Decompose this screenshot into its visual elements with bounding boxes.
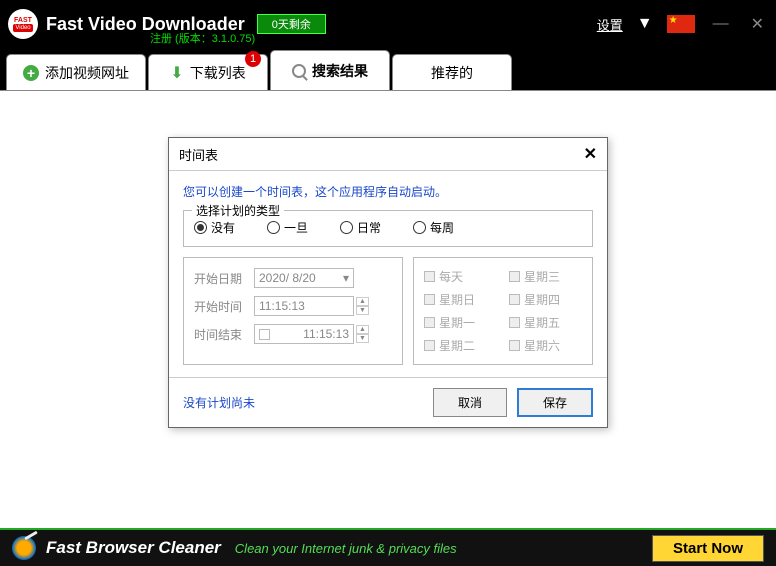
start-now-button[interactable]: Start Now: [652, 535, 764, 562]
plan-type-fieldset: 选择计划的类型 没有 一旦 日常 每周: [183, 210, 593, 247]
tab-label: 搜索结果: [312, 61, 368, 81]
radio-icon: [413, 221, 426, 234]
tab-add-url[interactable]: + 添加视频网址: [6, 54, 146, 90]
end-time-label: 时间结束: [194, 326, 254, 343]
dialog-close-button[interactable]: ✕: [584, 144, 597, 164]
spin-up-icon: ▲: [356, 297, 369, 306]
register-version-text[interactable]: 注册 (版本：3.1.0.75): [150, 30, 255, 46]
footer-status-text: 没有计划尚未: [183, 394, 255, 411]
radio-weekly[interactable]: 每周: [413, 219, 454, 236]
banner-title: Fast Browser Cleaner: [46, 538, 221, 558]
promo-banner: Fast Browser Cleaner Clean your Internet…: [0, 528, 776, 566]
start-date-input[interactable]: 2020/ 8/20▾: [254, 268, 354, 288]
tab-search-results[interactable]: 搜索结果: [270, 50, 390, 90]
download-icon: ⬇: [170, 63, 183, 83]
end-time-input[interactable]: 11:15:13: [254, 324, 354, 344]
dialog-title-text: 时间表: [179, 145, 218, 164]
main-content: 时间表 ✕ 您可以创建一个时间表，这个应用程序自动启动。 选择计划的类型 没有 …: [0, 90, 776, 528]
radio-icon: [267, 221, 280, 234]
end-time-checkbox[interactable]: [259, 329, 270, 340]
tab-label: 推荐的: [431, 63, 473, 83]
day-mon[interactable]: 星期一: [424, 314, 497, 331]
radio-icon: [340, 221, 353, 234]
cleaner-icon: [12, 536, 36, 560]
tab-recommended[interactable]: 推荐的: [392, 54, 512, 90]
tab-label: 下载列表: [190, 63, 246, 83]
spin-down-icon: ▼: [356, 334, 369, 343]
end-time-spinner[interactable]: ▲▼: [356, 325, 369, 343]
save-button[interactable]: 保存: [517, 388, 593, 417]
close-button[interactable]: ✕: [747, 14, 768, 34]
titlebar: FASTVideo Fast Video Downloader 0天剩余 设置 …: [0, 0, 776, 48]
spin-down-icon: ▼: [356, 306, 369, 315]
radio-daily[interactable]: 日常: [340, 219, 381, 236]
language-flag-cn[interactable]: [667, 15, 695, 33]
start-time-input[interactable]: 11:15:13: [254, 296, 354, 316]
time-settings-box: 开始日期 2020/ 8/20▾ 开始时间 11:15:13 ▲▼ 时间结束 1…: [183, 257, 403, 365]
plan-type-legend: 选择计划的类型: [192, 202, 284, 219]
app-logo-icon: FASTVideo: [8, 9, 38, 39]
calendar-dropdown-icon: ▾: [343, 271, 349, 285]
tabbar: + 添加视频网址 ⬇ 下载列表 1 搜索结果 推荐的: [0, 48, 776, 90]
spin-up-icon: ▲: [356, 325, 369, 334]
search-icon: [292, 64, 306, 78]
day-sun[interactable]: 星期日: [424, 291, 497, 308]
plus-icon: +: [23, 65, 39, 81]
start-time-label: 开始时间: [194, 298, 254, 315]
cancel-button[interactable]: 取消: [433, 388, 507, 417]
day-fri[interactable]: 星期五: [509, 314, 582, 331]
days-remaining-badge: 0天剩余: [257, 14, 326, 34]
radio-once[interactable]: 一旦: [267, 219, 308, 236]
minimize-button[interactable]: —: [709, 15, 733, 33]
banner-subtitle: Clean your Internet junk & privacy files: [235, 541, 457, 556]
day-tue[interactable]: 星期二: [424, 337, 497, 354]
start-time-spinner[interactable]: ▲▼: [356, 297, 369, 315]
settings-dropdown-icon[interactable]: ▼: [637, 15, 653, 33]
day-everyday[interactable]: 每天: [424, 268, 497, 285]
day-wed[interactable]: 星期三: [509, 268, 582, 285]
radio-icon: [194, 221, 207, 234]
day-thu[interactable]: 星期四: [509, 291, 582, 308]
radio-none[interactable]: 没有: [194, 219, 235, 236]
day-sat[interactable]: 星期六: [509, 337, 582, 354]
start-date-label: 开始日期: [194, 270, 254, 287]
settings-link[interactable]: 设置: [597, 15, 623, 34]
tab-label: 添加视频网址: [45, 63, 129, 83]
days-box: 每天 星期三 星期日 星期四 星期一 星期五 星期二 星期六: [413, 257, 593, 365]
download-count-badge: 1: [245, 51, 261, 67]
dialog-info-text: 您可以创建一个时间表，这个应用程序自动启动。: [183, 183, 593, 200]
tab-download-list[interactable]: ⬇ 下载列表 1: [148, 54, 268, 90]
schedule-dialog: 时间表 ✕ 您可以创建一个时间表，这个应用程序自动启动。 选择计划的类型 没有 …: [168, 137, 608, 428]
